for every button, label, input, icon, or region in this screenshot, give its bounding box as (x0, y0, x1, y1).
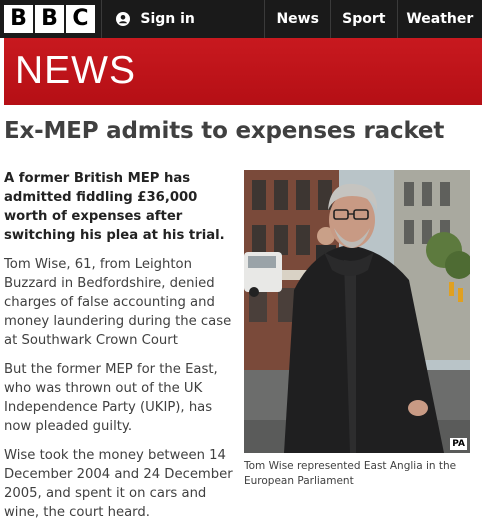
photo-caption: Tom Wise represented East Anglia in the … (244, 460, 457, 487)
article-photo: PA (244, 170, 470, 453)
logo-letter-c: C (66, 5, 95, 33)
article-paragraph: But the former MEP for the East, who was… (4, 362, 218, 434)
user-icon (116, 12, 131, 26)
nav-weather[interactable]: Weather (398, 0, 482, 38)
article-paragraph: Tom Wise, 61, from Leighton Buzzard in B… (4, 257, 232, 348)
news-banner[interactable]: NEWS (4, 38, 482, 105)
signin-label: Sign in (140, 11, 195, 27)
photo-credit-badge: PA (450, 438, 467, 450)
article-lead-paragraph: A former British MEP has admitted fiddli… (4, 171, 225, 243)
bbc-logo[interactable]: B B C (0, 0, 101, 38)
nav-news-label: News (276, 11, 319, 27)
photo-illustration (244, 170, 470, 453)
news-banner-title: NEWS (15, 49, 136, 92)
logo-letter-b2: B (35, 5, 64, 33)
signin-button[interactable]: Sign in (102, 0, 264, 38)
nav-news[interactable]: News (265, 0, 330, 38)
nav-weather-label: Weather (406, 11, 474, 27)
nav-sport[interactable]: Sport (331, 0, 397, 38)
article-headline: Ex-MEP admits to expenses racket (4, 118, 445, 144)
logo-letter-b1: B (4, 5, 33, 33)
top-bar: B B C Sign in News Sport Weather (0, 0, 482, 38)
article-body: A former British MEP has admitted fiddli… (4, 169, 240, 532)
nav-sport-label: Sport (342, 11, 386, 27)
